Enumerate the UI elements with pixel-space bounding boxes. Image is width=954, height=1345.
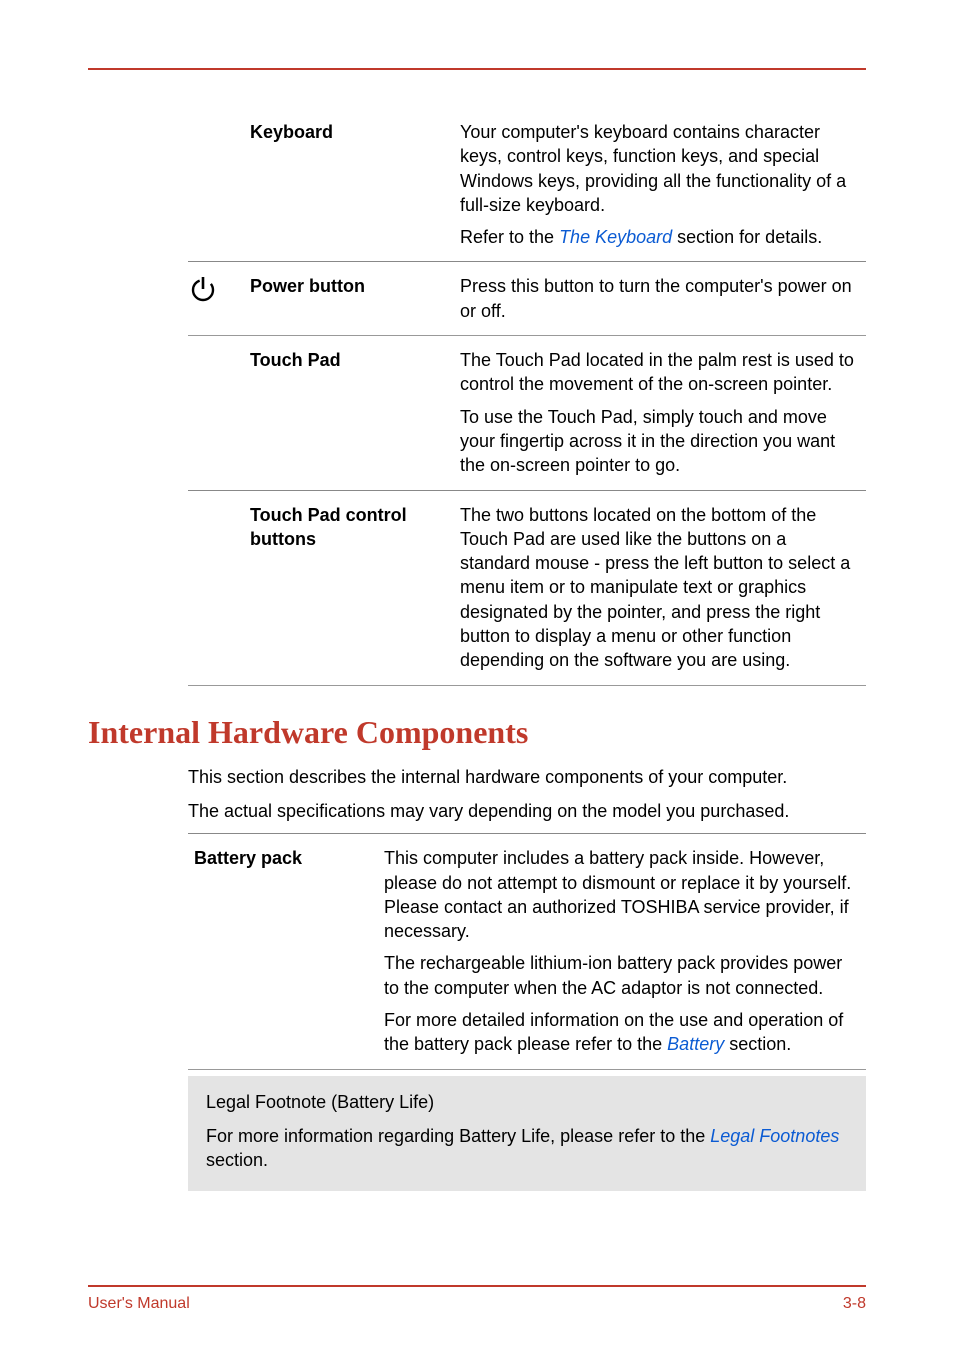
row-keyboard: Keyboard Your computer's keyboard contai… [188,108,866,262]
row-battery-pack: Battery pack This computer includes a ba… [188,834,866,1069]
battery-link[interactable]: Battery [667,1034,724,1054]
keyboard-label: Keyboard [244,108,454,262]
keyboard-desc-p1: Your computer's keyboard contains charac… [460,122,846,215]
battery-desc-p2: The rechargeable lithium-ion battery pac… [384,951,860,1000]
footer-left: User's Manual [88,1295,190,1313]
touch-pad-label: Touch Pad [244,336,454,490]
battery-pack-label: Battery pack [188,834,378,1069]
touch-pad-control-desc: The two buttons located on the bottom of… [454,490,866,685]
top-rule [88,68,866,70]
keyboard-desc-p2b: section for details. [672,227,822,247]
page-footer: User's Manual 3-8 [88,1285,866,1313]
row-power-button: Power button Press this button to turn t… [188,262,866,336]
keyboard-link[interactable]: The Keyboard [559,227,672,247]
battery-desc-p3b: section. [724,1034,791,1054]
row-touch-pad-control: Touch Pad control buttons The two button… [188,490,866,685]
section-heading: Internal Hardware Components [88,714,866,751]
power-icon [188,274,218,304]
legal-footnote-box: Legal Footnote (Battery Life) For more i… [188,1076,866,1191]
intro-paragraph-2: The actual specifications may vary depen… [188,799,866,823]
power-button-desc: Press this button to turn the computer's… [454,262,866,336]
touch-pad-desc-p2: To use the Touch Pad, simply touch and m… [460,405,860,478]
footer-right: 3-8 [843,1295,866,1313]
power-button-label: Power button [244,262,454,336]
touch-pad-control-label: Touch Pad control buttons [244,490,454,685]
definitions-table: Keyboard Your computer's keyboard contai… [188,108,866,686]
legal-footnotes-link[interactable]: Legal Footnotes [710,1126,839,1146]
intro-paragraph-1: This section describes the internal hard… [188,765,866,789]
legal-footnote-text-a: For more information regarding Battery L… [206,1126,710,1146]
touch-pad-desc-p1: The Touch Pad located in the palm rest i… [460,350,854,394]
battery-table: Battery pack This computer includes a ba… [188,833,866,1069]
battery-desc-p1: This computer includes a battery pack in… [384,848,851,941]
legal-footnote-text-b: section. [206,1150,268,1170]
row-touch-pad: Touch Pad The Touch Pad located in the p… [188,336,866,490]
legal-footnote-title: Legal Footnote (Battery Life) [206,1090,848,1114]
keyboard-desc-p2a: Refer to the [460,227,559,247]
